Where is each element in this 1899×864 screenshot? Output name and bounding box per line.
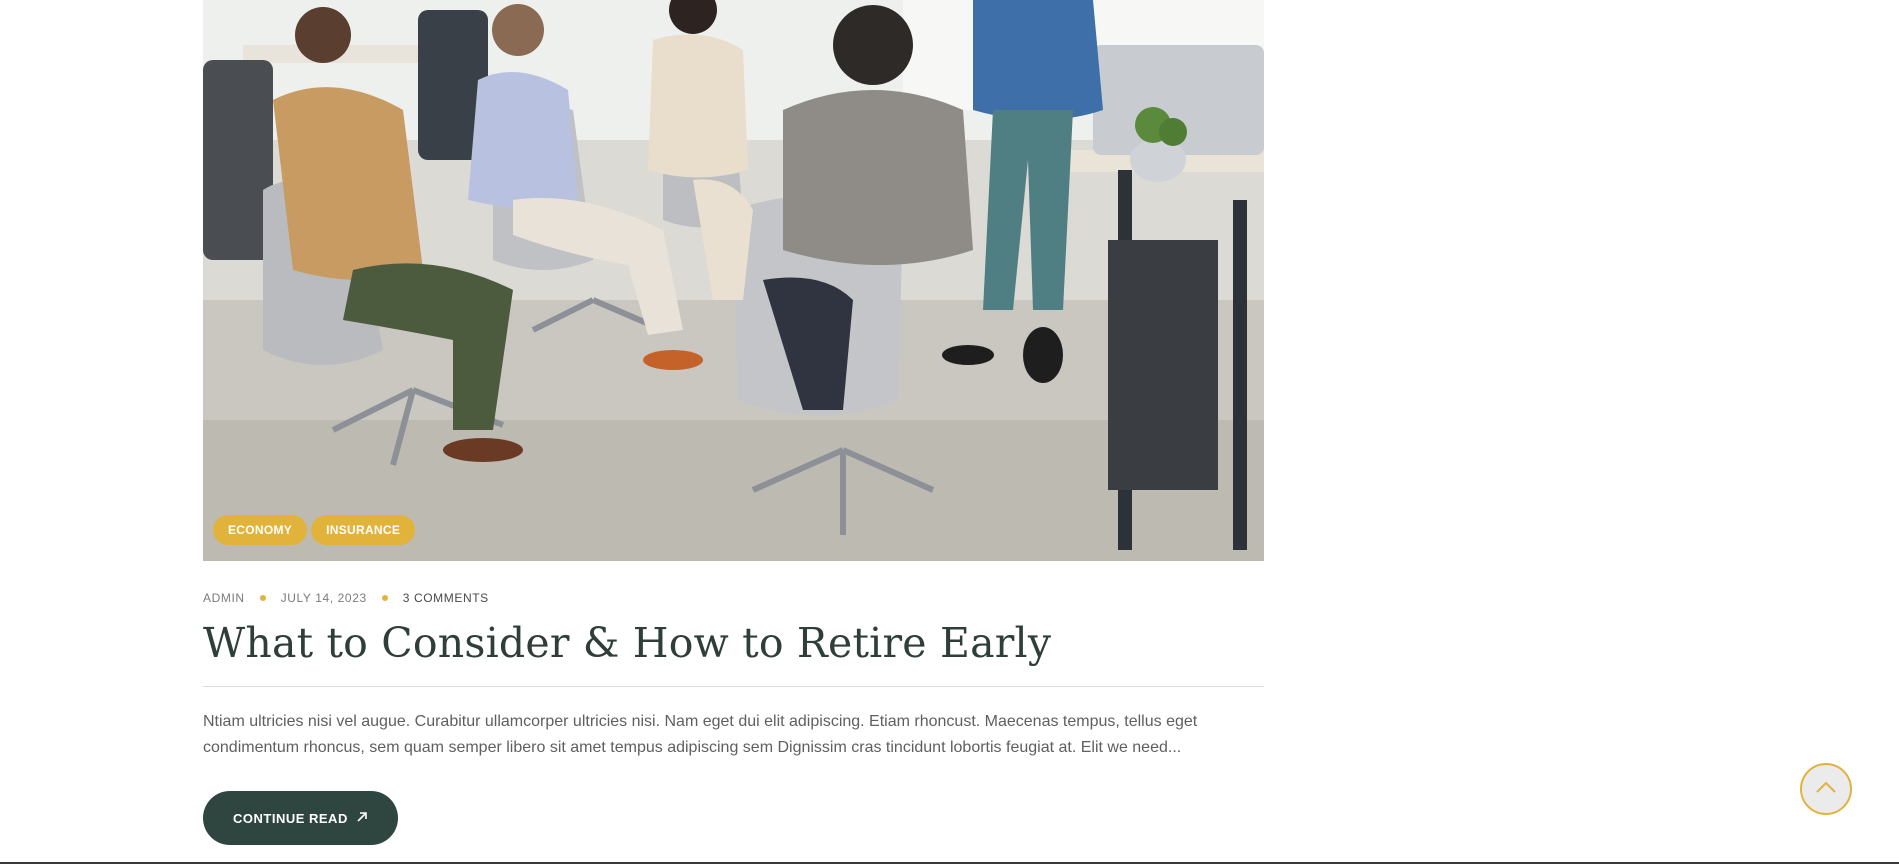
post-author[interactable]: ADMIN <box>203 591 245 605</box>
scroll-to-top-button[interactable] <box>1800 763 1852 815</box>
post-meta: ADMIN JULY 14, 2023 3 COMMENTS <box>203 591 1264 605</box>
post-categories: ECONOMY INSURANCE <box>213 515 416 545</box>
post-date[interactable]: JULY 14, 2023 <box>281 591 367 605</box>
post-comments-count[interactable]: 3 COMMENTS <box>403 591 489 605</box>
category-tag-economy[interactable]: ECONOMY <box>213 515 308 545</box>
continue-read-button[interactable]: CONTINUE READ <box>203 791 398 846</box>
meta-separator-dot <box>381 595 388 601</box>
post-title[interactable]: What to Consider & How to Retire Early <box>203 619 1264 668</box>
post-featured-image[interactable]: ECONOMY INSURANCE <box>203 0 1264 561</box>
arrow-up-right-icon <box>356 810 368 827</box>
category-tag-insurance[interactable]: INSURANCE <box>311 515 416 545</box>
title-divider <box>203 686 1264 688</box>
chevron-up-icon <box>1815 780 1837 799</box>
meta-separator-dot <box>259 595 266 601</box>
blog-post: ECONOMY INSURANCE ADMIN JULY 14, 2023 3 … <box>203 0 1264 846</box>
office-meeting-photo <box>203 0 1264 561</box>
continue-read-label: CONTINUE READ <box>233 810 348 826</box>
post-excerpt: Ntiam ultricies nisi vel augue. Curabitu… <box>203 713 1198 757</box>
